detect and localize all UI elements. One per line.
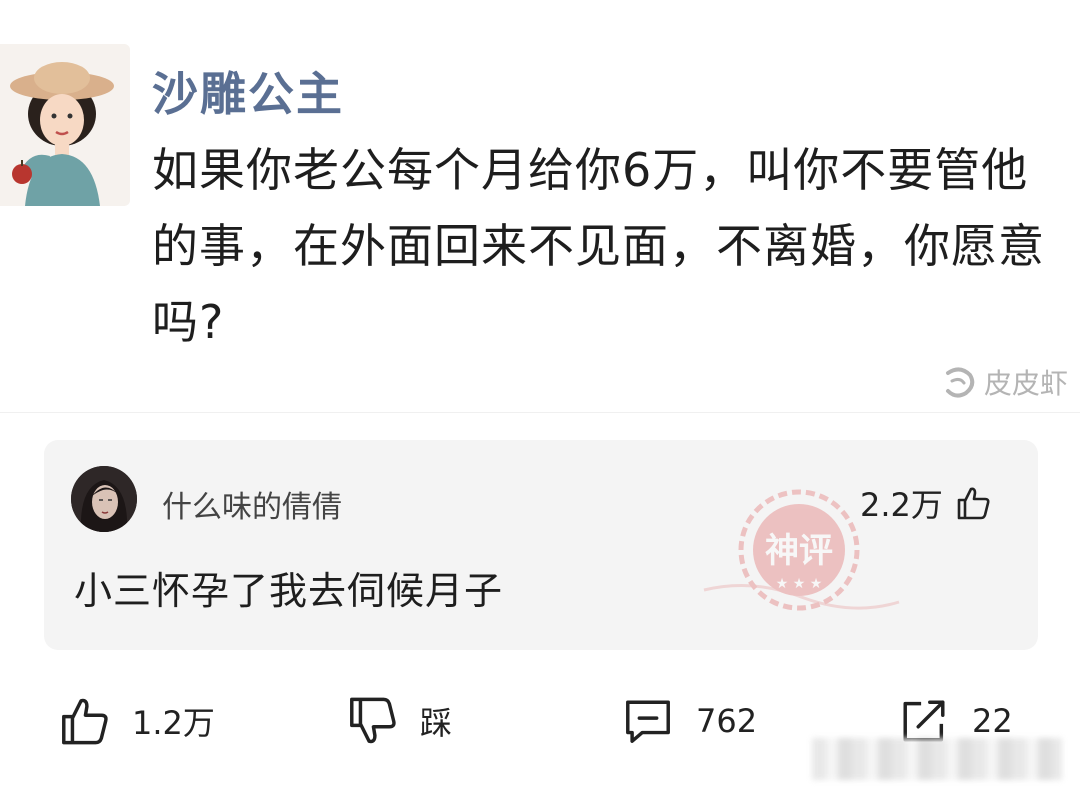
post-author-avatar[interactable] — [0, 44, 130, 206]
stamp-label: 神评 — [765, 531, 833, 571]
post-text: 如果你老公每个月给你6万，叫你不要管他的事，在外面回来不见面，不离婚，你愿意吗? — [152, 143, 1045, 349]
post-author-name[interactable]: 沙雕公主 — [152, 58, 344, 124]
commenter-username[interactable]: 什么味的倩倩 — [162, 482, 342, 526]
top-comment-card: 神评 ★ ★ ★ 什么味的倩倩 2.2万 小三怀孕了我去伺候月子 — [44, 440, 1038, 650]
dislike-button[interactable]: 踩 — [346, 688, 452, 754]
commenter-avatar[interactable] — [71, 466, 137, 532]
comment-count: 762 — [696, 702, 758, 740]
comment-button[interactable]: 762 — [622, 688, 757, 754]
comment-like-count: 2.2万 — [860, 486, 943, 524]
watermark-text: 皮皮虾 — [984, 367, 1069, 400]
blurred-watermark — [812, 738, 1062, 780]
thumbs-up-icon — [62, 698, 108, 745]
thumbs-up-icon — [957, 487, 990, 520]
thumbs-down-icon — [350, 697, 396, 744]
shrimp-logo-icon — [946, 367, 975, 398]
post: 沙雕公主 如果你老公每个月给你6万，叫你不要管他的事，在外面回来不见面，不离婚，… — [0, 0, 1080, 413]
app-watermark: 皮皮虾 — [940, 362, 1068, 402]
like-button[interactable]: 1.2万 — [58, 688, 215, 754]
comment-bubble-icon — [626, 700, 670, 743]
like-count: 1.2万 — [132, 704, 215, 742]
comment-text: 小三怀孕了我去伺候月子 — [74, 569, 504, 613]
comment-like-button[interactable]: 2.2万 — [860, 480, 991, 526]
dislike-label: 踩 — [420, 704, 453, 742]
share-count: 22 — [972, 702, 1013, 740]
